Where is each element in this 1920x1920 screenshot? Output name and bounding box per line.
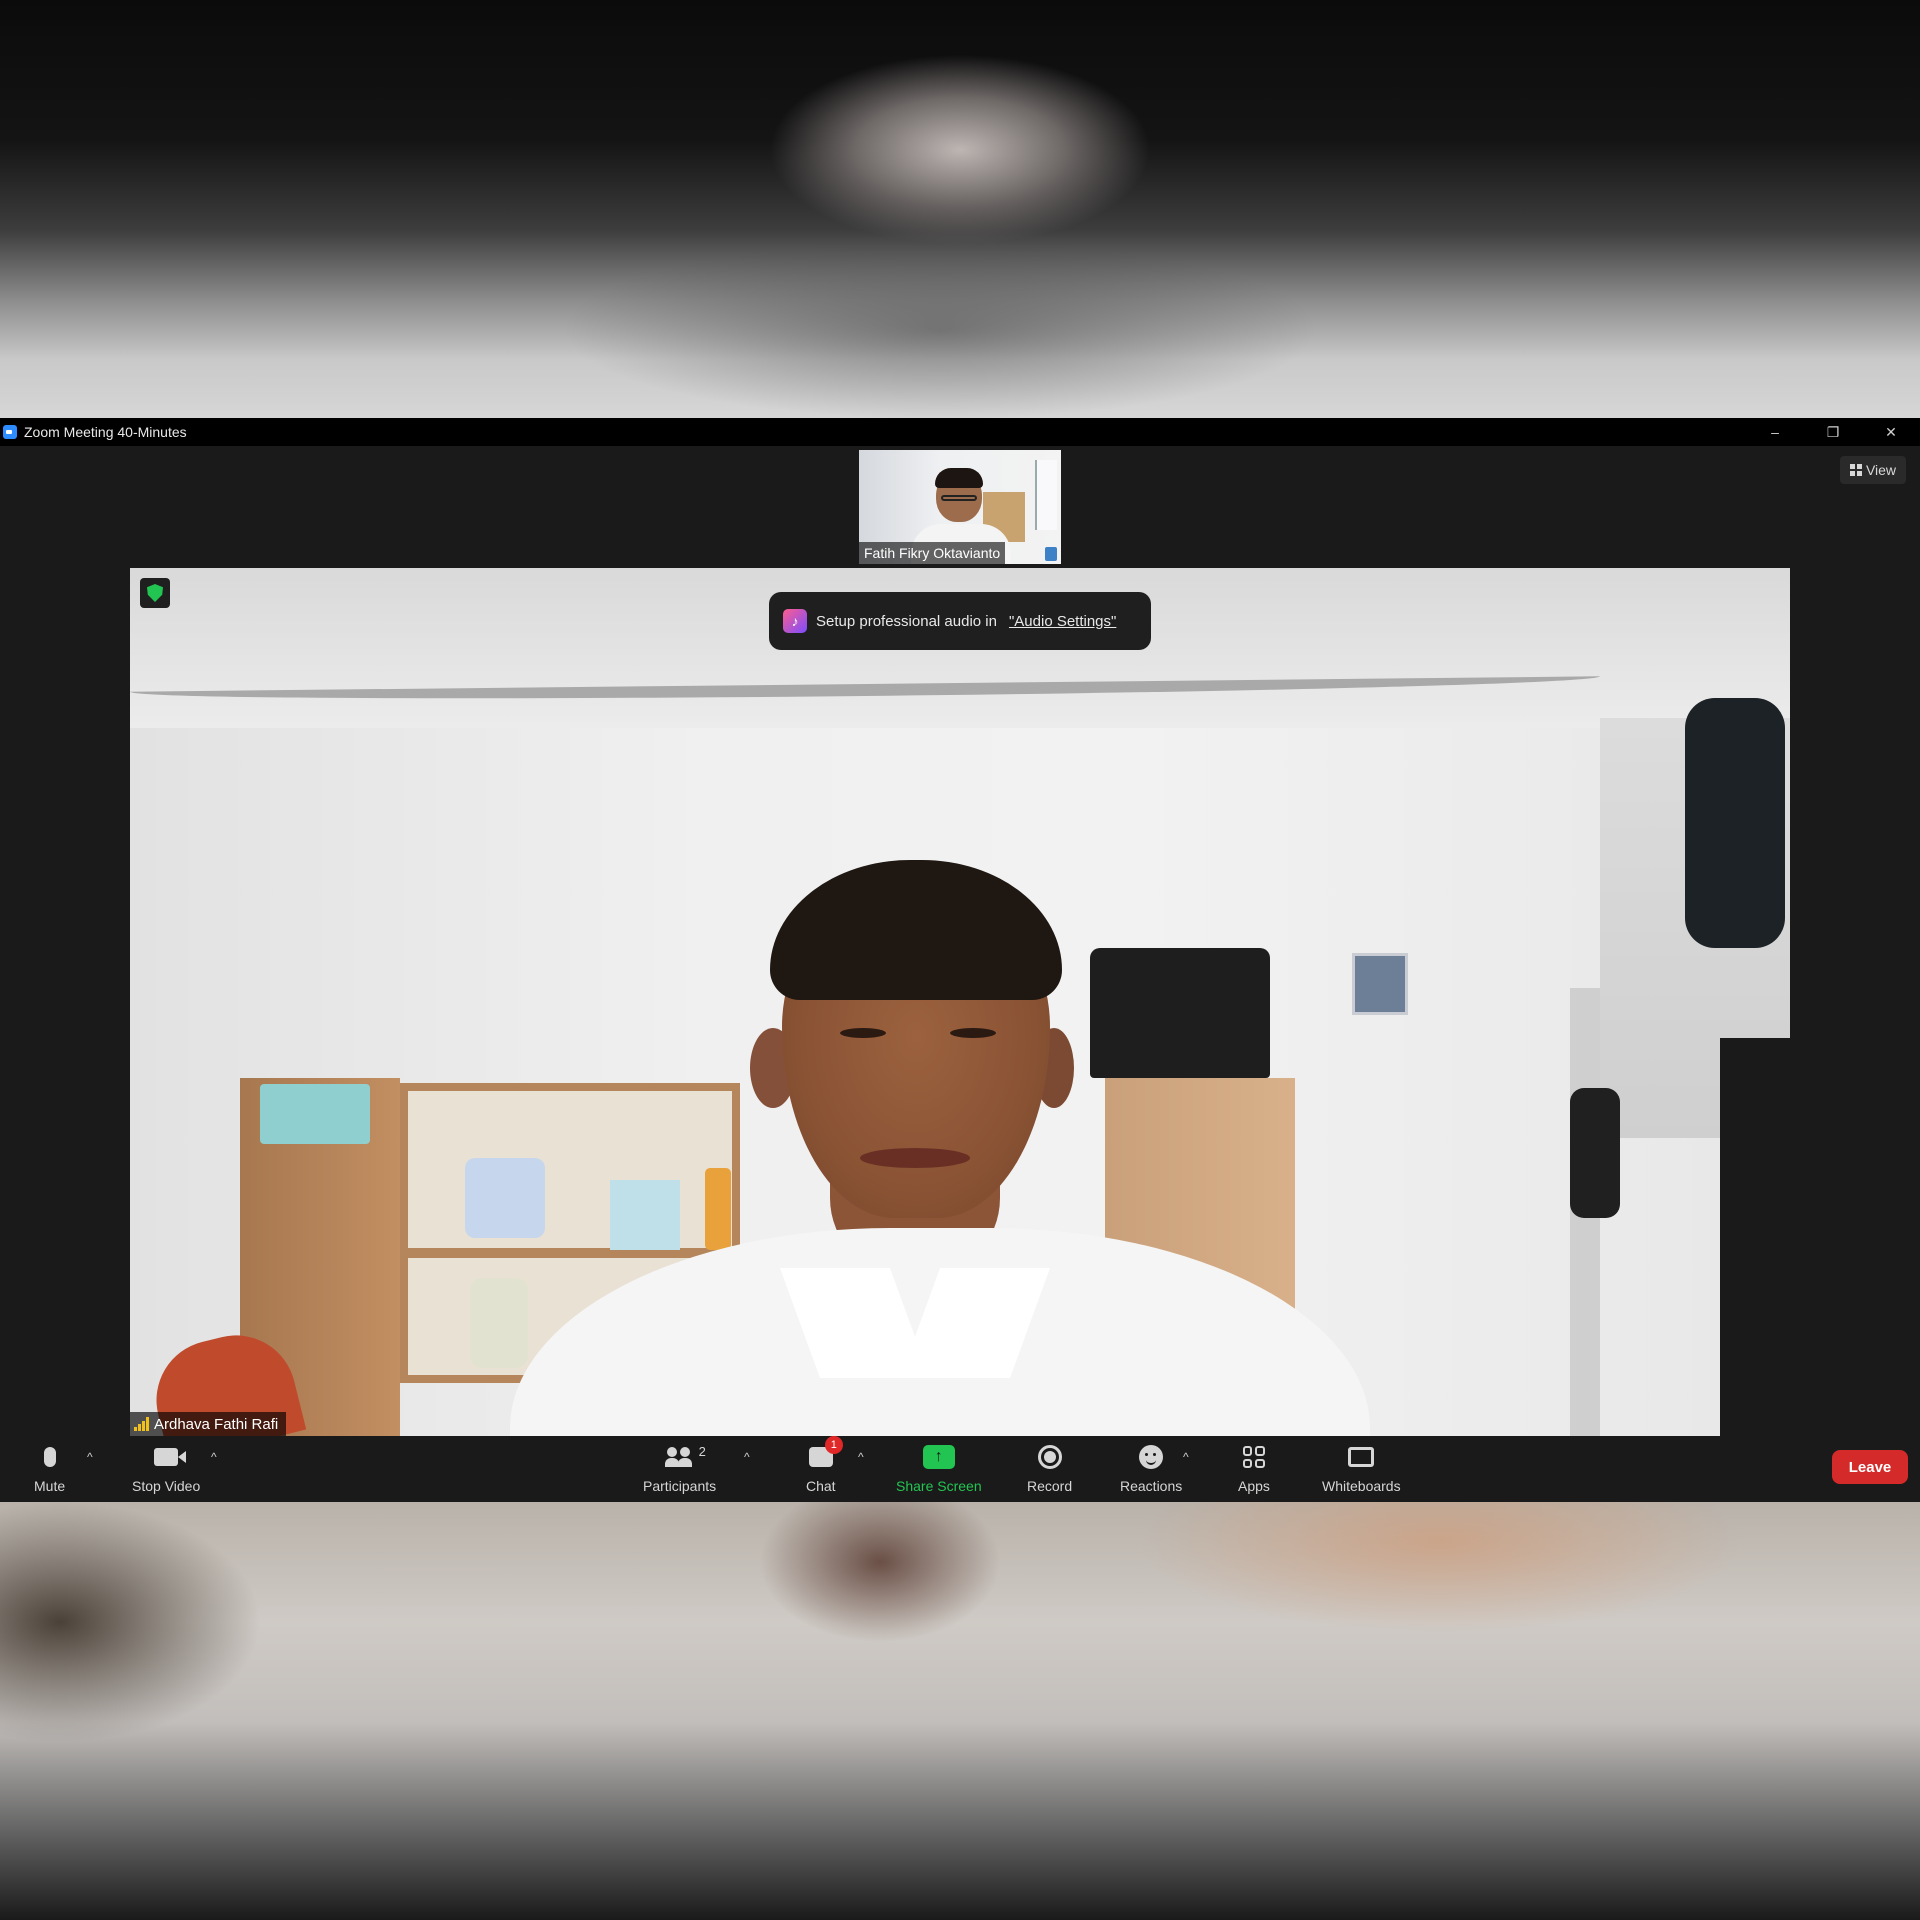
view-button-label: View <box>1865 462 1897 478</box>
close-button[interactable]: ✕ <box>1862 418 1920 446</box>
stop-video-label: Stop Video <box>132 1478 201 1494</box>
participant-count: 2 <box>698 1444 706 1459</box>
participants-options-caret[interactable]: ^ <box>744 1450 750 1464</box>
video-wall-poster <box>1352 953 1408 1015</box>
chat-options-caret[interactable]: ^ <box>858 1450 864 1464</box>
video-shelf-item <box>465 1158 545 1238</box>
view-button[interactable]: View <box>1840 456 1906 484</box>
whiteboard-icon <box>1348 1440 1375 1474</box>
reactions-button[interactable]: Reactions <box>1120 1440 1182 1494</box>
apps-label: Apps <box>1238 1478 1270 1494</box>
restore-button[interactable]: ❐ <box>1804 418 1862 446</box>
participant-thumbnail[interactable]: Fatih Fikry Oktavianto <box>859 450 1061 564</box>
signal-strength-icon <box>134 1417 149 1431</box>
chat-icon: 1 <box>808 1436 843 1474</box>
blurred-backdrop-bottom <box>0 1502 1920 1920</box>
person-eye-left <box>840 1028 886 1038</box>
meeting-toolbar: Mute ^ Stop Video ^ 2 Participants ^ 1 C… <box>0 1436 1920 1502</box>
music-note-icon: ♪ <box>783 609 807 633</box>
window-title: Zoom Meeting 40-Minutes <box>24 424 187 440</box>
thumbnail-person-glasses <box>941 495 977 501</box>
apps-button[interactable]: Apps <box>1238 1440 1270 1494</box>
mute-options-caret[interactable]: ^ <box>87 1450 93 1464</box>
mute-label: Mute <box>34 1478 66 1494</box>
whiteboards-button[interactable]: Whiteboards <box>1322 1440 1401 1494</box>
video-shelf-board <box>400 1248 740 1258</box>
participants-button[interactable]: 2 Participants <box>643 1440 716 1494</box>
shield-icon-shape <box>147 584 163 602</box>
video-hanging-bag <box>1570 1088 1620 1218</box>
reactions-label: Reactions <box>1120 1478 1183 1494</box>
microphone-icon <box>43 1440 56 1474</box>
chat-unread-badge: 1 <box>824 1436 843 1454</box>
audio-settings-notification[interactable]: ♪ Setup professional audio in "Audio Set… <box>769 592 1151 650</box>
video-door <box>1720 1038 1790 1436</box>
person-eye-right <box>950 1028 996 1038</box>
person-mouth <box>860 1148 970 1168</box>
share-screen-label: Share Screen <box>896 1478 982 1494</box>
emoji-icon <box>1139 1440 1164 1474</box>
chat-label: Chat <box>806 1478 836 1494</box>
active-speaker-video[interactable]: ♪ Setup professional audio in "Audio Set… <box>130 568 1790 1436</box>
record-icon <box>1037 1440 1062 1474</box>
reactions-options-caret[interactable]: ^ <box>1183 1450 1189 1464</box>
share-screen-button[interactable]: ↑ Share Screen <box>896 1440 982 1494</box>
blurred-backdrop-top <box>0 0 1920 420</box>
title-bar: Zoom Meeting 40-Minutes – ❐ ✕ <box>0 418 1920 446</box>
active-speaker-name: Ardhava Fathi Rafi <box>154 1415 279 1433</box>
thumbnail-audio-icon <box>1045 547 1057 561</box>
video-black-bag <box>1090 948 1270 1078</box>
apps-icon <box>1242 1440 1265 1474</box>
video-towel <box>260 1084 370 1144</box>
video-hanging-backpack <box>1685 698 1785 948</box>
thumbnail-person-hair <box>935 468 983 488</box>
shield-check-icon[interactable] <box>140 578 170 608</box>
leave-button[interactable]: Leave <box>1832 1450 1908 1484</box>
grid-icon <box>1849 464 1862 476</box>
video-shelf-bottle <box>705 1168 731 1250</box>
video-shelf-card <box>610 1180 680 1250</box>
whiteboards-label: Whiteboards <box>1322 1478 1401 1494</box>
minimize-button[interactable]: – <box>1746 418 1804 446</box>
mute-button[interactable]: Mute <box>34 1440 65 1494</box>
share-arrow-icon: ↑ <box>922 1440 955 1474</box>
notification-text: Setup professional audio in <box>816 612 997 630</box>
zoom-meeting-window: Zoom Meeting 40-Minutes – ❐ ✕ View Fatih… <box>0 418 1920 1502</box>
people-icon: 2 <box>664 1440 706 1474</box>
video-options-caret[interactable]: ^ <box>211 1450 217 1464</box>
stop-video-button[interactable]: Stop Video <box>132 1440 200 1494</box>
chat-button[interactable]: 1 Chat <box>806 1436 843 1494</box>
record-label: Record <box>1027 1478 1073 1494</box>
window-controls: – ❐ ✕ <box>1746 418 1920 446</box>
participants-label: Participants <box>643 1478 717 1494</box>
thumbnail-participant-name: Fatih Fikry Oktavianto <box>859 542 1006 564</box>
active-speaker-name-label: Ardhava Fathi Rafi <box>130 1412 287 1436</box>
video-shelf-kettle <box>470 1278 528 1368</box>
zoom-app-icon <box>3 425 17 439</box>
video-camera-icon <box>154 1440 187 1474</box>
record-button[interactable]: Record <box>1027 1440 1072 1494</box>
thumbnail-window <box>1035 460 1057 530</box>
audio-settings-link[interactable]: "Audio Settings" <box>1009 613 1116 630</box>
